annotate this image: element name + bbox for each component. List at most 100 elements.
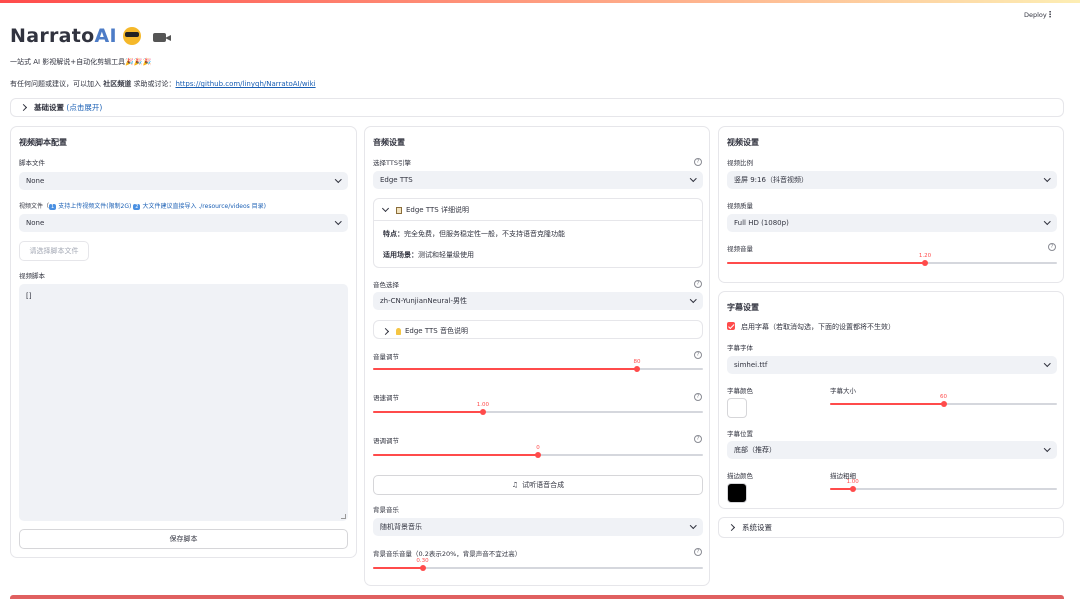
chevron-down-icon <box>1043 360 1050 367</box>
lightbulb-icon <box>396 327 401 335</box>
bgm-value: 随机背景音乐 <box>380 523 422 531</box>
chevron-down-icon <box>689 175 696 182</box>
subtitle-panel: 字幕设置 启用字幕（若取消勾选，下面的设置都将不生效） 字幕字体 simhei.… <box>718 291 1064 509</box>
tts-detail-expander[interactable]: Edge TTS 详细说明 特点：完全免费，但服务稳定性一般，不支持语音克隆功能… <box>373 198 703 268</box>
music-note-icon: ♫ <box>511 481 519 489</box>
help-middle: 求助或讨论： <box>131 80 176 88</box>
help-icon[interactable]: ? <box>1048 243 1056 251</box>
kebab-icon[interactable]: ⋮ <box>1046 10 1054 19</box>
quality-label: 视频质量 <box>727 202 753 210</box>
video-panel-title: 视频设置 <box>727 138 759 147</box>
choose-script-button[interactable]: 请选择脚本文件 <box>19 241 89 261</box>
voice-info-expander[interactable]: Edge TTS 音色说明 <box>373 320 703 339</box>
stroke-width-slider[interactable]: 1.00 <box>830 479 1057 493</box>
video-volume-label: 视频音量 <box>727 245 753 253</box>
wiki-link[interactable]: https://github.com/linyqh/NarratoAI/wiki <box>175 80 315 88</box>
chevron-down-icon <box>334 176 341 183</box>
font-select[interactable]: simhei.ttf <box>727 356 1057 374</box>
position-select[interactable]: 底部（推荐） <box>727 441 1057 459</box>
preview-tts-button[interactable]: ♫ 试听语音合成 <box>373 475 703 495</box>
slider-thumb[interactable] <box>940 401 947 407</box>
bgm-volume-slider[interactable]: 0.30 <box>373 558 703 572</box>
speed-slider[interactable]: 1.00 <box>373 402 703 416</box>
basic-settings-label: 基础设置 <box>34 103 64 112</box>
app-title-ai: AI <box>94 25 117 47</box>
feature-label: 特点： <box>383 230 404 238</box>
preview-tts-label: 试听语音合成 <box>522 481 565 489</box>
script-file-select[interactable]: None <box>19 172 348 190</box>
video-panel: 视频设置 视频比例 竖屏 9:16（抖音视频） 视频质量 Full HD (10… <box>718 126 1064 283</box>
font-value: simhei.ttf <box>734 361 768 369</box>
slider-fill <box>727 262 925 264</box>
basic-settings-hint: (点击展开) <box>66 103 103 112</box>
slider-fill <box>373 454 538 456</box>
video-script-value: [] <box>26 292 32 300</box>
tts-engine-select[interactable]: Edge TTS <box>373 171 703 189</box>
video-script-textarea[interactable]: [] <box>19 284 348 521</box>
chevron-down-icon <box>381 204 390 213</box>
voice-select[interactable]: zh-CN-YunjianNeural-男性 <box>373 292 703 310</box>
subtitle-color-picker[interactable] <box>727 398 747 418</box>
chevron-right-icon <box>19 103 28 112</box>
help-icon[interactable]: ? <box>694 435 702 443</box>
voice-value: zh-CN-YunjianNeural-男性 <box>380 297 468 305</box>
size-slider[interactable]: 60 <box>830 394 1057 408</box>
slider-thumb[interactable] <box>479 409 486 415</box>
speed-value: 1.00 <box>476 402 489 408</box>
chevron-down-icon <box>689 296 696 303</box>
system-settings-expander[interactable]: 系统设置 <box>718 517 1064 538</box>
slider-thumb[interactable] <box>922 260 928 266</box>
chevron-down-icon <box>1043 218 1050 225</box>
quality-select[interactable]: Full HD (1080p) <box>727 214 1057 232</box>
help-icon[interactable]: ? <box>694 548 702 556</box>
video-volume-slider[interactable]: 1.20 <box>727 253 1057 267</box>
quality-value: Full HD (1080p) <box>734 219 789 227</box>
enable-subtitle-checkbox[interactable] <box>727 322 735 330</box>
bgm-volume-value: 0.30 <box>416 558 429 564</box>
slider-fill <box>373 368 637 370</box>
deploy-button[interactable]: Deploy <box>1024 11 1047 19</box>
bgm-label: 背景音乐 <box>373 506 399 514</box>
slider-thumb[interactable] <box>419 565 426 571</box>
feature-text: 完全免费，但服务稳定性一般，不支持语音克隆功能 <box>404 230 565 238</box>
tts-detail-title: Edge TTS 详细说明 <box>406 206 469 214</box>
size-value: 60 <box>940 394 947 400</box>
chevron-right-icon <box>381 327 390 335</box>
slider-track <box>830 488 1057 490</box>
volume-slider[interactable]: 80 <box>373 359 703 373</box>
app-subtitle: 一站式 AI 影视解说+自动化剪辑工具🎉🎉🎉 <box>10 58 152 66</box>
feature-line: 特点：完全免费，但服务稳定性一般，不支持语音克隆功能 <box>383 229 565 239</box>
video-file-select[interactable]: None <box>19 214 348 232</box>
system-settings-label: 系统设置 <box>742 523 772 532</box>
help-icon[interactable]: ? <box>694 351 702 359</box>
help-icon[interactable]: ? <box>694 280 702 288</box>
script-file-value: None <box>26 177 45 185</box>
bgm-volume-label: 背景音乐音量（0.2表示20%，背景声音不宜过高） <box>373 550 522 558</box>
tts-engine-label: 选择TTS引擎 <box>373 159 411 167</box>
save-script-button[interactable]: 保存脚本 <box>19 529 348 549</box>
slider-fill <box>373 567 423 569</box>
slider-fill <box>830 403 944 405</box>
pitch-slider[interactable]: 0 <box>373 445 703 459</box>
chevron-down-icon <box>689 522 696 529</box>
ratio-label: 视频比例 <box>727 159 753 167</box>
clipboard-icon <box>396 206 402 214</box>
audio-panel: 音频设置 选择TTS引擎 ? Edge TTS Edge TTS 详细说明 特点… <box>364 126 710 586</box>
font-label: 字幕字体 <box>727 344 753 352</box>
script-panel-title: 视频脚本配置 <box>19 138 67 147</box>
basic-settings-expander[interactable]: 基础设置 (点击展开) <box>10 98 1064 117</box>
resize-handle-icon[interactable] <box>341 514 346 519</box>
help-icon[interactable]: ? <box>694 393 702 401</box>
slider-thumb[interactable] <box>849 486 856 492</box>
slider-fill <box>373 411 483 413</box>
slider-thumb[interactable] <box>535 452 541 458</box>
scene-line: 适用场景：测试和轻量级使用 <box>383 250 474 260</box>
slider-thumb[interactable] <box>634 366 640 372</box>
video-file-tag2: 2 <box>133 204 141 210</box>
ratio-select[interactable]: 竖屏 9:16（抖音视频） <box>727 171 1057 189</box>
stroke-color-picker[interactable] <box>727 483 747 503</box>
help-icon[interactable]: ? <box>694 158 702 166</box>
chevron-down-icon <box>1043 175 1050 182</box>
bgm-select[interactable]: 随机背景音乐 <box>373 518 703 536</box>
video-file-tag1: 1 <box>49 204 57 210</box>
